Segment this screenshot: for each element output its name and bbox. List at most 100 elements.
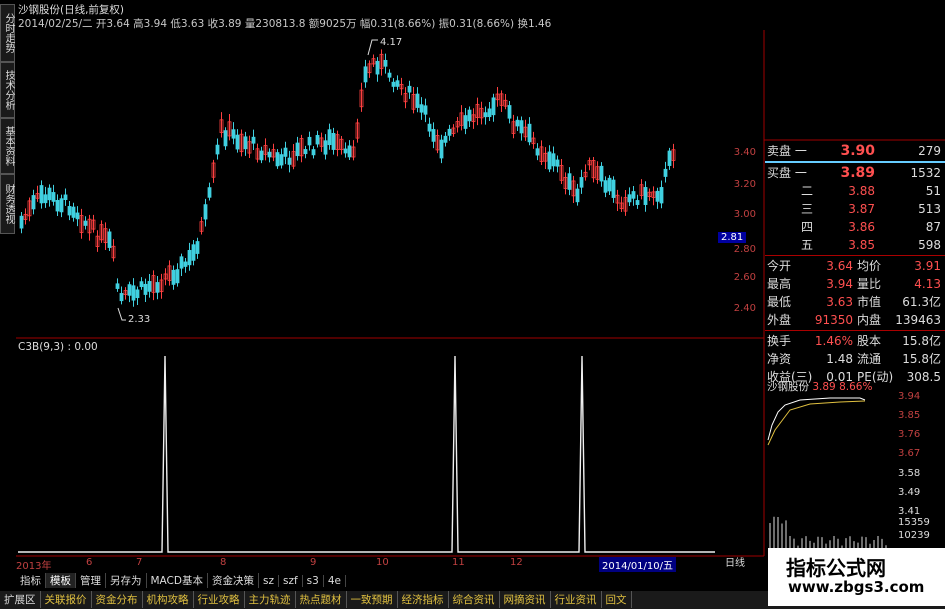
candle-body (423, 105, 428, 115)
stat-row: 净资 1.48 流通 15.8亿 (767, 352, 941, 366)
buy-row: 买盘 一 3.89 1532 (767, 165, 941, 181)
tab-institution[interactable]: 机构攻略 (143, 591, 194, 608)
y-label: 3.20 (733, 179, 756, 190)
sell-row: 卖盘 一 3.90 279 (767, 143, 941, 159)
stat-row: 最低 3.63 市值 61.3亿 (767, 295, 941, 309)
mini-y-label: 3.85 (898, 410, 921, 421)
date-label: 2013年 (16, 561, 52, 572)
candle-body (447, 128, 452, 136)
candle-body (607, 177, 612, 192)
candle-body (391, 81, 396, 87)
tab-manage[interactable]: 管理 (76, 573, 106, 588)
candle-body (147, 281, 152, 292)
tab-economic[interactable]: 经济指标 (398, 591, 449, 608)
y-label: 2.80 (733, 244, 756, 255)
indicator-toolbar: 指标 模板 管理 另存为 MACD基本 资金决策 sz szf s3 4e (16, 573, 346, 589)
quote-panel: 卖盘 一 3.90 279 买盘 一 3.89 1532 二 3.88 51 三 3.… (765, 142, 945, 386)
candle-body (275, 152, 280, 167)
candle-body (467, 109, 472, 122)
sell-price: 3.90 (840, 143, 875, 159)
tab-huiwen[interactable]: 回文 (602, 591, 632, 608)
candle-body (119, 293, 124, 302)
tab-save-as[interactable]: 另存为 (106, 573, 147, 588)
date-label: 9 (310, 557, 317, 568)
date-label: 11 (452, 557, 465, 568)
candle-body (59, 198, 64, 213)
candle-body (279, 154, 284, 166)
date-axis: 2013年 6 7 8 9 10 11 12 2014/01/10/五 (16, 557, 722, 572)
tab-macd[interactable]: MACD基本 (147, 573, 208, 588)
candle-body (155, 282, 160, 293)
candle-body (107, 231, 112, 248)
candle-body (283, 147, 288, 157)
candle-body (303, 149, 308, 155)
tab-fund-decision[interactable]: 资金决策 (208, 573, 259, 588)
candle-body (71, 206, 76, 218)
stat-row: 今开 3.64 均价 3.91 (767, 259, 941, 273)
candle-body (603, 180, 608, 193)
candle-body (579, 177, 584, 188)
candle-body (139, 281, 144, 288)
date-label: 7 (136, 557, 143, 568)
tab-s3[interactable]: s3 (303, 575, 324, 587)
date-label: 10 (376, 557, 389, 568)
tab-web-news[interactable]: 网摘资讯 (500, 591, 551, 608)
candle-body (207, 187, 212, 198)
candle-body (627, 194, 632, 203)
mini-vol-label: 15359 (898, 517, 930, 528)
candle-body (39, 185, 44, 204)
tab-szf[interactable]: szf (279, 575, 303, 587)
mini-vol-label: 10239 (898, 530, 930, 541)
candle-body (483, 112, 488, 118)
tab-indicator[interactable]: 指标 (16, 573, 46, 588)
buy-row: 二 3.88 51 (801, 184, 941, 198)
candle-body (323, 140, 328, 155)
date-label: 6 (86, 557, 93, 568)
candle-body (387, 72, 392, 78)
mini-y-label: 3.49 (898, 487, 921, 498)
tab-industry-strategy[interactable]: 行业攻略 (194, 591, 245, 608)
stat-row: 最高 3.94 量比 4.13 (767, 277, 941, 291)
candle-body (663, 168, 668, 177)
tab-hot-topics[interactable]: 热点题材 (296, 591, 347, 608)
candle-body (375, 60, 380, 75)
candle-body (427, 123, 432, 132)
candle-body (223, 130, 228, 147)
buy-row: 四 3.86 87 (801, 220, 941, 234)
candle-body (131, 285, 136, 301)
tab-4e[interactable]: 4e (324, 575, 346, 587)
candle-body (347, 145, 352, 158)
candle-body (183, 261, 188, 267)
candle-body (243, 136, 248, 150)
candle-body (419, 104, 424, 113)
candle-body (115, 283, 120, 289)
tab-general-news[interactable]: 综合资讯 (449, 591, 500, 608)
tab-related-quotes[interactable]: 关联报价 (41, 591, 92, 608)
candle-body (43, 194, 48, 204)
current-price-tag: 2.81 (718, 232, 747, 243)
date-cursor: 2014/01/10/五 (599, 557, 677, 572)
candle-body (363, 66, 368, 83)
tab-extension[interactable]: 扩展区 (0, 591, 41, 608)
candle-body (267, 151, 272, 158)
price-axis: 3.40 3.20 3.00 2.80 2.60 2.40 (722, 0, 764, 340)
candle-body (287, 157, 292, 165)
tab-fund-distribution[interactable]: 资金分布 (92, 591, 143, 608)
mini-intraday[interactable]: 沙钢股份 3.89 8.66% 3.94 3.85 3.76 3.67 3.58… (765, 377, 945, 547)
y-label: 2.60 (733, 272, 756, 283)
candle-body (439, 139, 444, 159)
mini-y-label: 3.58 (898, 468, 921, 479)
candle-body (635, 200, 640, 205)
tab-consensus[interactable]: 一致预期 (347, 591, 398, 608)
indicator-line (18, 355, 715, 553)
candle-body (463, 115, 468, 129)
candle-body (31, 195, 36, 210)
candle-body (631, 191, 636, 199)
tab-sz[interactable]: sz (259, 575, 279, 587)
mini-y-label: 3.76 (898, 429, 921, 440)
tab-industry-news[interactable]: 行业资讯 (551, 591, 602, 608)
tab-template[interactable]: 模板 (46, 573, 76, 588)
candle-body (515, 119, 520, 127)
candle-body (491, 97, 496, 116)
tab-main-trace[interactable]: 主力轨迹 (245, 591, 296, 608)
